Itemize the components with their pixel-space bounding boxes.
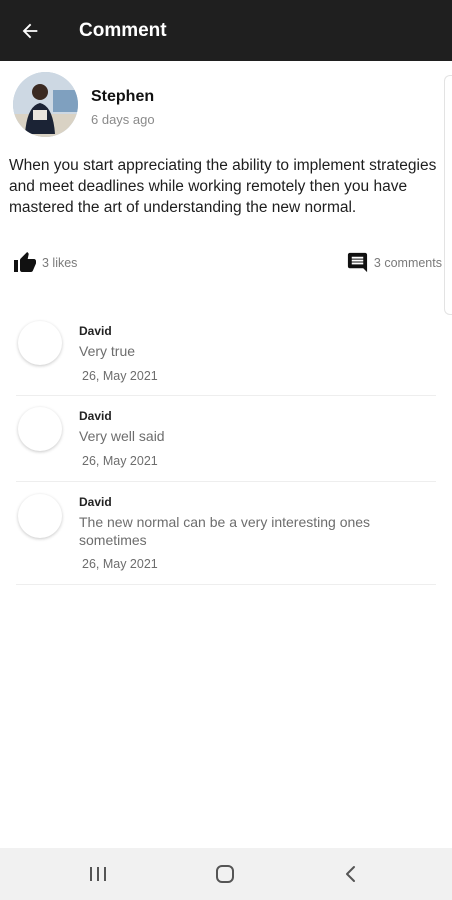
back-button[interactable] <box>0 0 60 61</box>
post-text: When you start appreciating the ability … <box>9 157 437 216</box>
comment-screen: Comment Stephen 6 days ago When you star… <box>0 0 452 900</box>
comment-date: 26, May 2021 <box>82 454 158 468</box>
commenter-avatar[interactable] <box>18 407 62 451</box>
comment-text: The new normal can be a very interesting… <box>79 514 371 548</box>
home-button[interactable] <box>195 848 255 900</box>
comment-bubble-icon <box>347 252 367 273</box>
comment-item: David The new normal can be a very inter… <box>16 482 436 585</box>
commenter-name: David <box>79 409 112 423</box>
page-title: Comment <box>79 19 167 41</box>
comment-text: Very well said <box>79 428 165 444</box>
avatar-photo <box>13 72 78 137</box>
comment-text: Very true <box>79 343 136 359</box>
system-navigation-bar <box>0 848 452 900</box>
likes-count: 3 likes <box>42 256 78 270</box>
top-app-bar: Comment <box>0 0 452 61</box>
comments-count: 3 comments <box>373 255 442 270</box>
comments-button[interactable]: 3 comments <box>346 251 442 274</box>
commenter-avatar[interactable] <box>18 321 62 365</box>
chevron-left-icon <box>346 866 355 882</box>
comment-date: 26, May 2021 <box>82 369 158 383</box>
arrow-left-icon <box>22 23 38 38</box>
commenter-avatar[interactable] <box>18 494 62 538</box>
adjacent-card-edge <box>444 75 452 315</box>
comment-item: David Very well said 26, May 2021 <box>16 396 436 482</box>
author-avatar[interactable] <box>13 72 78 137</box>
like-button[interactable]: 3 likes <box>12 251 77 275</box>
post-card: Stephen 6 days ago When you start apprec… <box>0 61 452 315</box>
comment-date: 26, May 2021 <box>82 557 158 571</box>
nav-back-button[interactable] <box>321 848 381 900</box>
commenter-name: David <box>79 324 112 338</box>
home-icon <box>216 865 234 883</box>
recent-apps-button[interactable] <box>68 848 128 900</box>
comment-item: David Very true 26, May 2021 <box>16 312 436 396</box>
commenter-name: David <box>79 495 112 509</box>
author-name[interactable]: Stephen <box>91 88 154 106</box>
thumbs-up-icon <box>14 252 36 272</box>
recent-apps-icon <box>90 867 106 881</box>
post-time: 6 days ago <box>91 112 155 127</box>
